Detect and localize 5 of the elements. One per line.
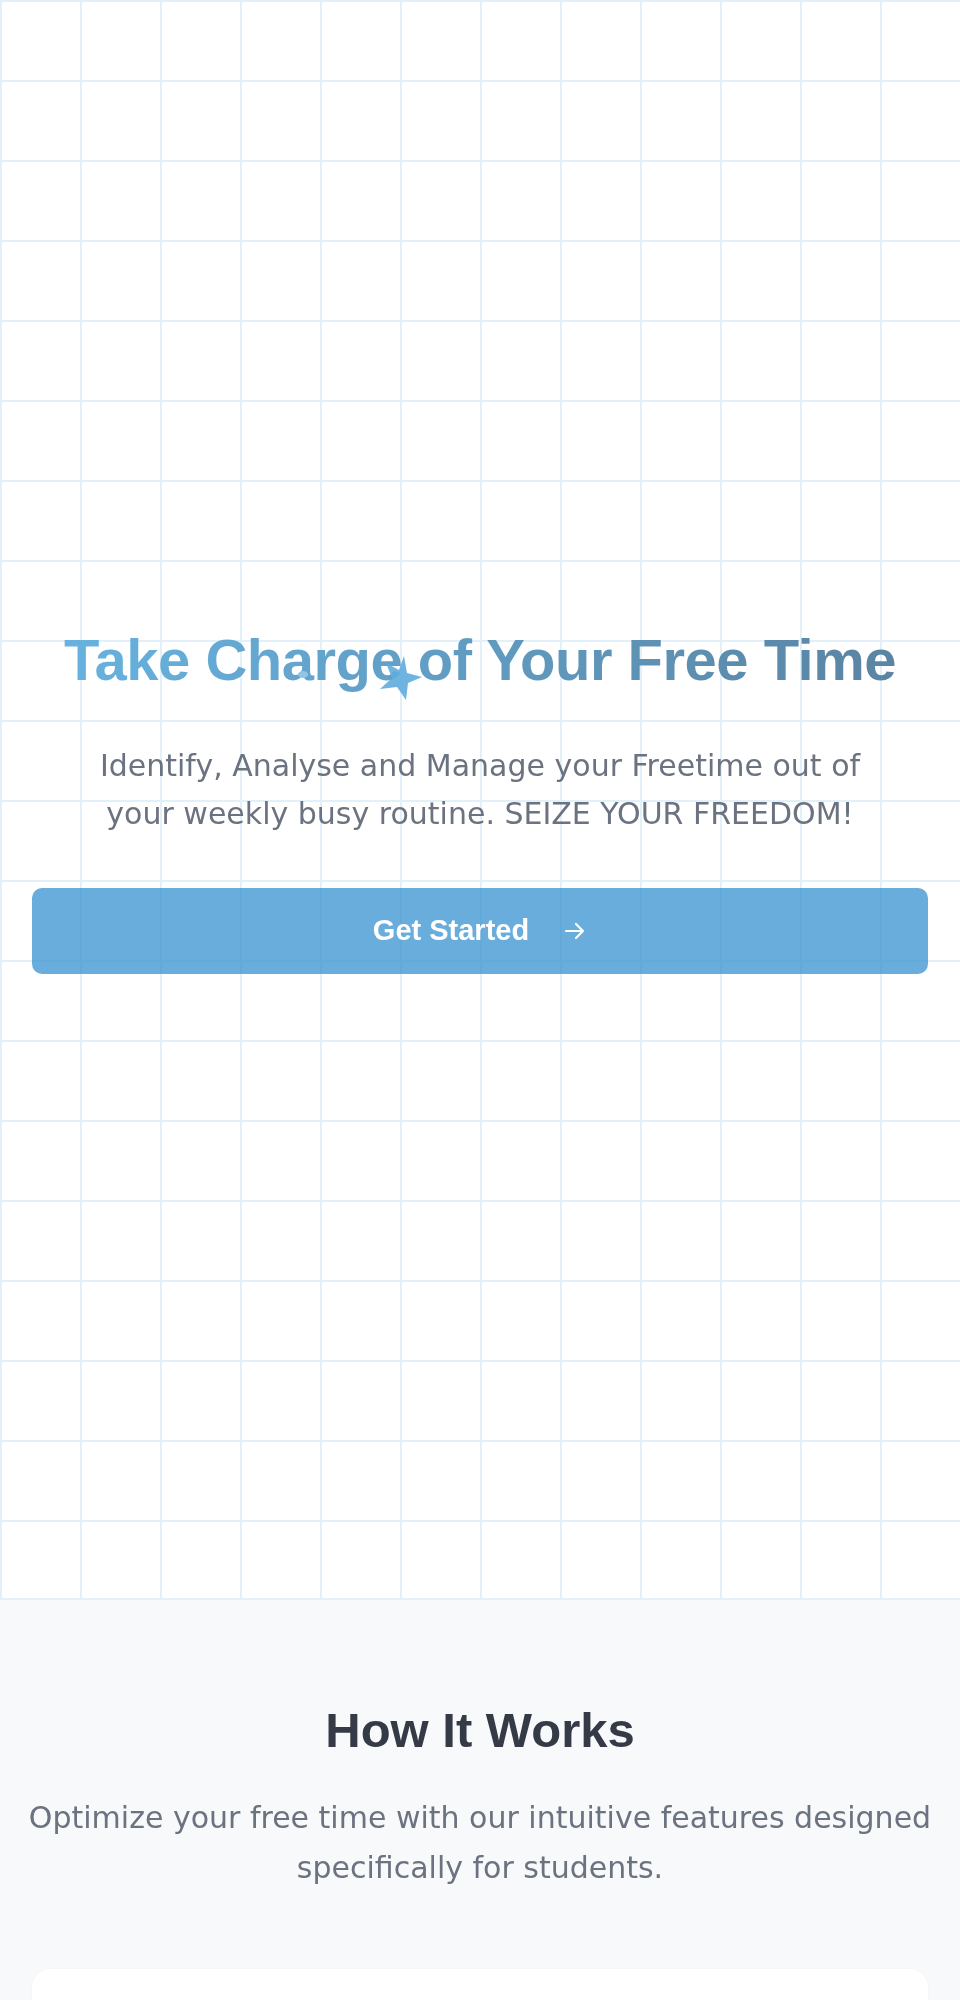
hero-subtitle: Identify, Analyse and Manage your Freetime out of your weekly busy routine. SEIZE YOUR FREEDOM! [98, 746, 862, 833]
section-title: How It Works [325, 1702, 635, 1759]
get-started-button[interactable]: Get Started [32, 887, 928, 974]
section-subtitle: Optimize your free time with our intuitive features designed specifically for students. [27, 1799, 933, 1887]
dot-icon [298, 670, 308, 678]
